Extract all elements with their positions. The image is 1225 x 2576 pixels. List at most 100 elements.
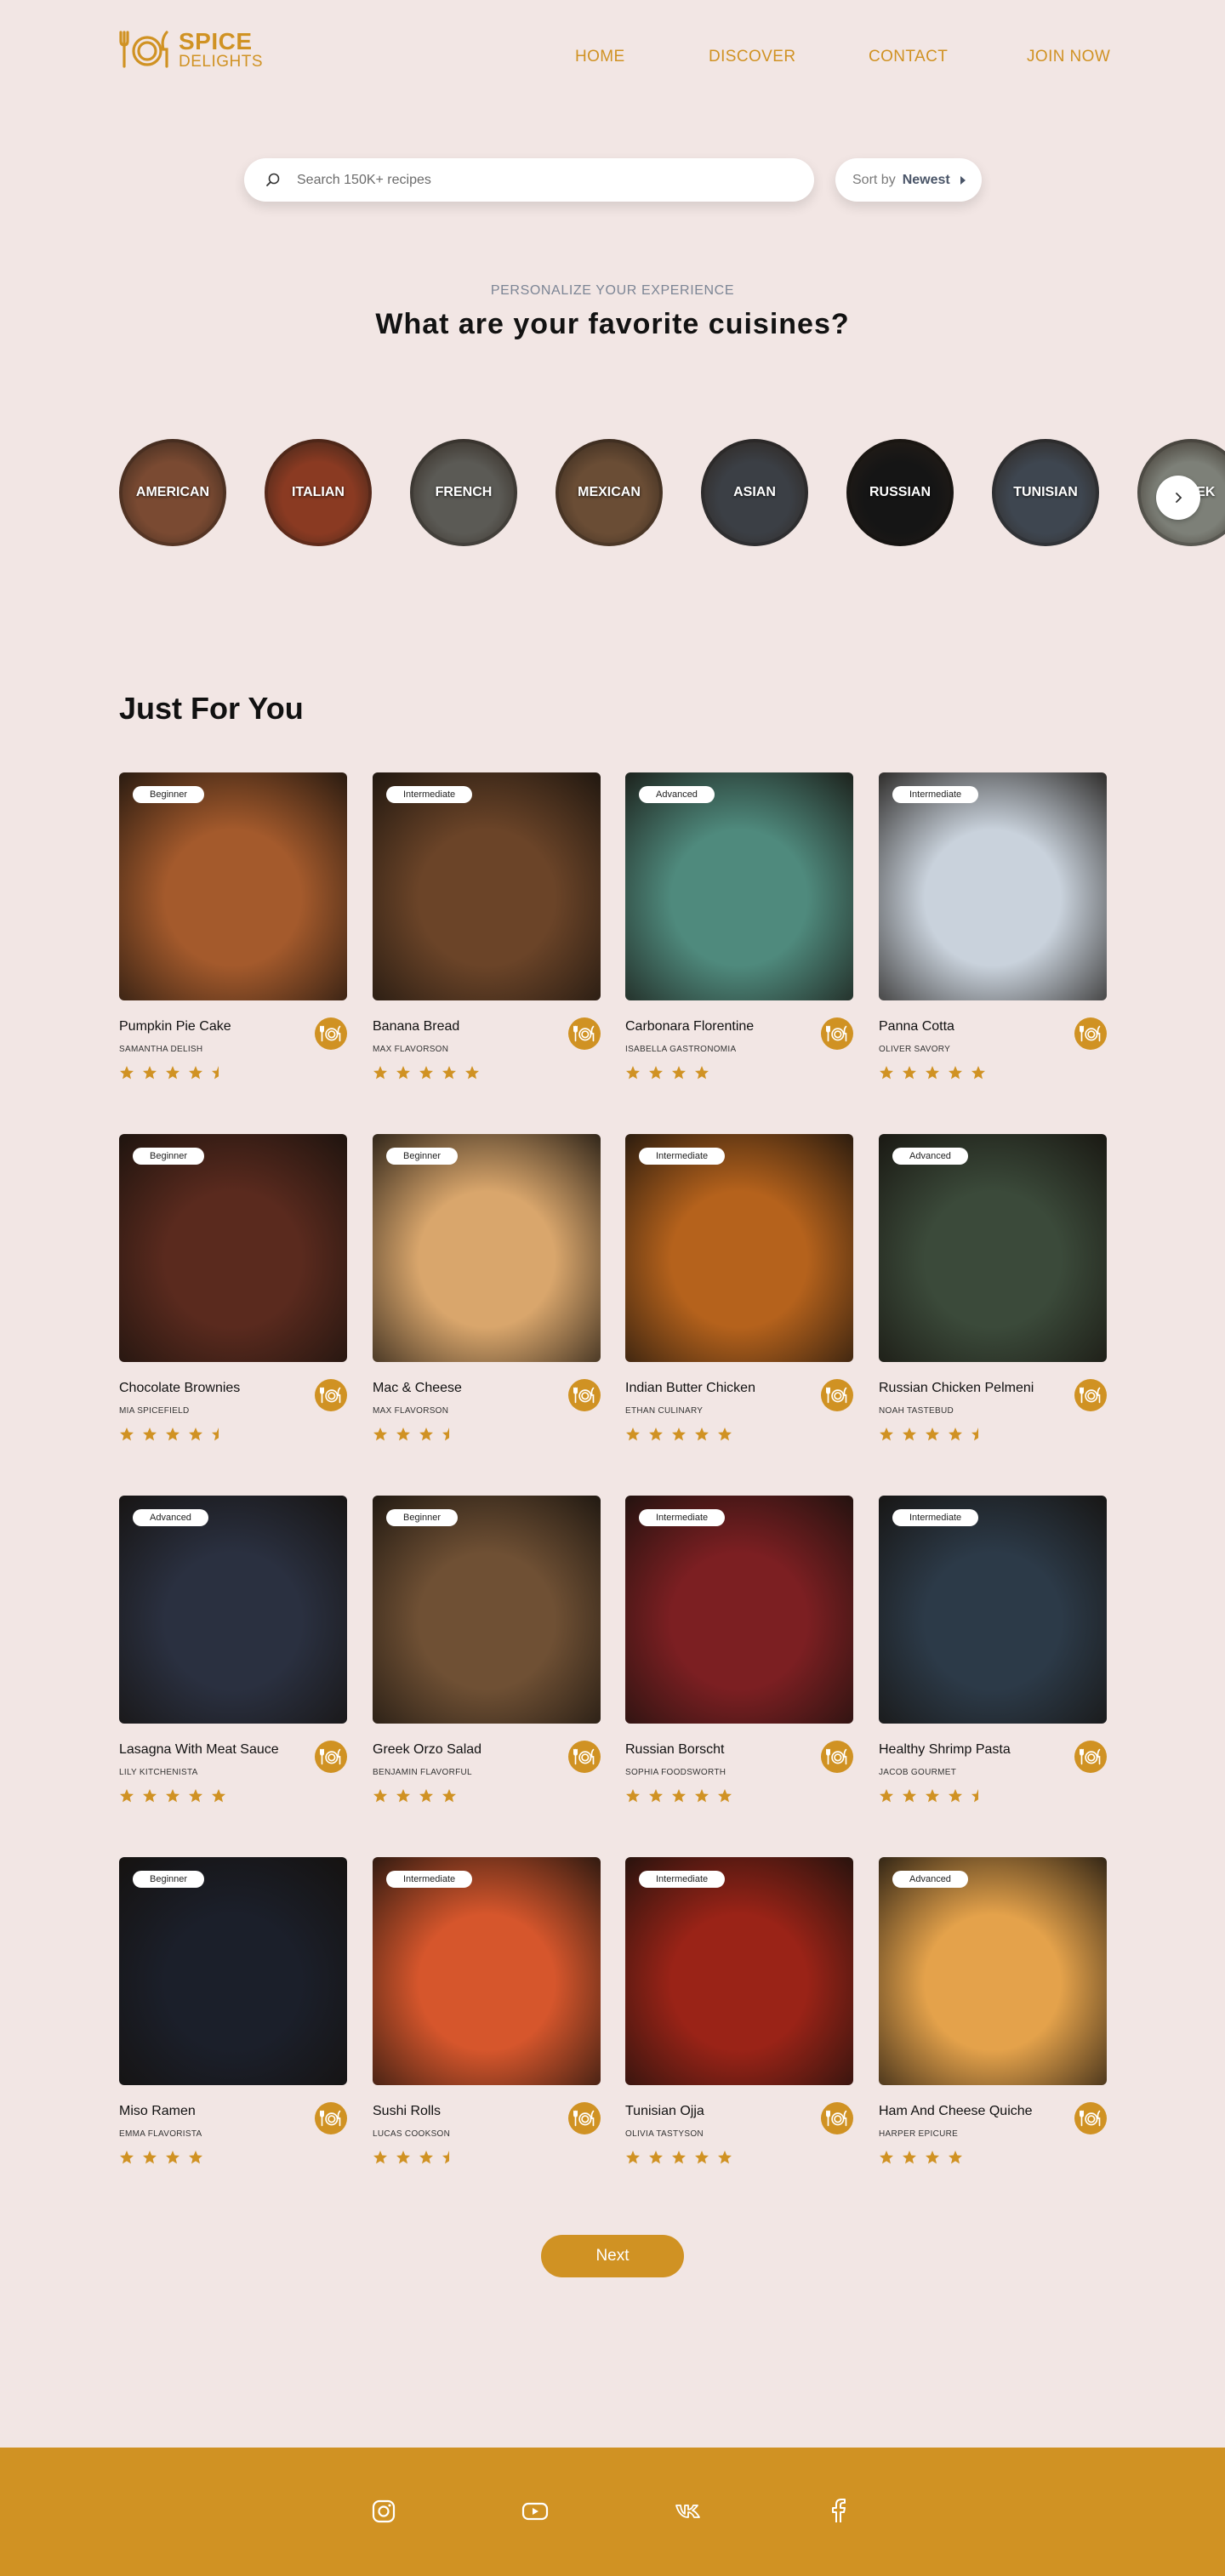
recipe-card[interactable]: Intermediate Russian Borscht SOPHIA FOODSW… bbox=[625, 1496, 853, 1819]
star-icon bbox=[902, 1065, 917, 1080]
recipe-title[interactable]: Pumpkin Pie Cake bbox=[119, 1019, 231, 1034]
save-recipe-button[interactable] bbox=[821, 1741, 853, 1773]
recipe-card[interactable]: Intermediate Panna Cotta OLIVER SAVORY bbox=[879, 772, 1107, 1096]
recipe-card[interactable]: Beginner Pumpkin Pie Cake SAMANTHA DELISH bbox=[119, 772, 347, 1096]
difficulty-badge: Advanced bbox=[892, 1148, 968, 1165]
carousel-next-button[interactable] bbox=[1156, 476, 1200, 520]
star-icon bbox=[717, 1788, 732, 1804]
nav-home[interactable]: HOME bbox=[575, 48, 625, 66]
save-recipe-button[interactable] bbox=[821, 1379, 853, 1411]
recipe-image[interactable]: Intermediate bbox=[879, 1496, 1107, 1724]
recipe-card[interactable]: Advanced Ham And Cheese Quiche HARPER EPIC… bbox=[879, 1857, 1107, 2180]
search-input[interactable] bbox=[297, 172, 773, 188]
nav-join-now[interactable]: JOIN NOW bbox=[1027, 48, 1110, 66]
star-icon bbox=[142, 2150, 157, 2165]
recipe-title[interactable]: Ham And Cheese Quiche bbox=[879, 2104, 1033, 2119]
recipe-title[interactable]: Miso Ramen bbox=[119, 2104, 196, 2119]
nav-discover[interactable]: DISCOVER bbox=[709, 48, 795, 66]
recipe-image[interactable]: Intermediate bbox=[373, 772, 601, 1000]
save-recipe-button[interactable] bbox=[821, 2102, 853, 2134]
cuisine-asian[interactable]: ASIAN bbox=[701, 439, 808, 546]
recipe-card[interactable]: Intermediate Sushi Rolls LUCAS COOKSON bbox=[373, 1857, 601, 2180]
plate-cutlery-icon bbox=[573, 1025, 595, 1042]
chevron-right-icon bbox=[960, 175, 966, 185]
recipe-card[interactable]: Intermediate Banana Bread MAX FLAVORSON bbox=[373, 772, 601, 1096]
recipe-card[interactable]: Beginner Greek Orzo Salad BENJAMIN FLAVORF… bbox=[373, 1496, 601, 1819]
recipe-card[interactable]: Intermediate Indian Butter Chicken ETHAN C… bbox=[625, 1134, 853, 1457]
recipe-image[interactable]: Intermediate bbox=[625, 1134, 853, 1362]
recipe-card[interactable]: Beginner Miso Ramen EMMA FLAVORISTA bbox=[119, 1857, 347, 2180]
star-icon bbox=[671, 2150, 687, 2165]
recipe-image[interactable]: Beginner bbox=[119, 772, 347, 1000]
recipe-title[interactable]: Russian Chicken Pelmeni bbox=[879, 1381, 1034, 1396]
recipe-image[interactable]: Beginner bbox=[119, 1134, 347, 1362]
recipe-card[interactable]: Advanced Russian Chicken Pelmeni NOAH TAST… bbox=[879, 1134, 1107, 1457]
plate-cutlery-icon bbox=[573, 2110, 595, 2127]
cuisine-russian[interactable]: RUSSIAN bbox=[846, 439, 954, 546]
save-recipe-button[interactable] bbox=[315, 2102, 347, 2134]
vk-link[interactable] bbox=[674, 2497, 703, 2526]
save-recipe-button[interactable] bbox=[1074, 2102, 1107, 2134]
recipe-title[interactable]: Panna Cotta bbox=[879, 1019, 954, 1034]
recipe-image[interactable]: Advanced bbox=[879, 1857, 1107, 2085]
save-recipe-button[interactable] bbox=[568, 1741, 601, 1773]
recipe-image[interactable]: Intermediate bbox=[625, 1496, 853, 1724]
recipe-card[interactable]: Intermediate Healthy Shrimp Pasta JACOB GO… bbox=[879, 1496, 1107, 1819]
rating-stars bbox=[373, 2150, 457, 2165]
save-recipe-button[interactable] bbox=[568, 1017, 601, 1050]
sort-dropdown[interactable]: Sort by Newest bbox=[835, 158, 982, 202]
cuisine-tunisian[interactable]: TUNISIAN bbox=[992, 439, 1099, 546]
star-icon bbox=[671, 1065, 687, 1080]
recipe-title[interactable]: Carbonara Florentine bbox=[625, 1019, 754, 1034]
cuisine-mexican[interactable]: MEXICAN bbox=[556, 439, 663, 546]
save-recipe-button[interactable] bbox=[1074, 1741, 1107, 1773]
recipe-title[interactable]: Sushi Rolls bbox=[373, 2104, 441, 2119]
recipe-title[interactable]: Banana Bread bbox=[373, 1019, 459, 1034]
recipe-image[interactable]: Advanced bbox=[625, 772, 853, 1000]
recipe-card[interactable]: Intermediate Tunisian Ojja OLIVIA TASTYSON bbox=[625, 1857, 853, 2180]
star-icon bbox=[142, 1427, 157, 1442]
recipe-image[interactable]: Advanced bbox=[879, 1134, 1107, 1362]
recipe-image[interactable]: Beginner bbox=[119, 1857, 347, 2085]
recipe-title[interactable]: Tunisian Ojja bbox=[625, 2104, 704, 2119]
recipe-title[interactable]: Greek Orzo Salad bbox=[373, 1742, 481, 1758]
rating-stars bbox=[625, 1427, 732, 1442]
save-recipe-button[interactable] bbox=[1074, 1379, 1107, 1411]
facebook-link[interactable] bbox=[823, 2497, 852, 2526]
recipe-card[interactable]: Beginner Mac & Cheese MAX FLAVORSON bbox=[373, 1134, 601, 1457]
star-icon bbox=[925, 1427, 940, 1442]
cuisine-italian[interactable]: ITALIAN bbox=[265, 439, 372, 546]
instagram-link[interactable] bbox=[369, 2497, 398, 2526]
star-icon bbox=[648, 1427, 664, 1442]
recipe-image[interactable]: Intermediate bbox=[879, 772, 1107, 1000]
recipe-card[interactable]: Advanced Lasagna With Meat Sauce LILY KITC… bbox=[119, 1496, 347, 1819]
save-recipe-button[interactable] bbox=[315, 1741, 347, 1773]
recipe-image[interactable]: Intermediate bbox=[625, 1857, 853, 2085]
save-recipe-button[interactable] bbox=[568, 2102, 601, 2134]
search-bar[interactable] bbox=[244, 158, 814, 202]
recipe-card[interactable]: Beginner Chocolate Brownies MIA SPICEFIELD bbox=[119, 1134, 347, 1457]
save-recipe-button[interactable] bbox=[315, 1017, 347, 1050]
star-icon bbox=[419, 1788, 434, 1804]
youtube-link[interactable] bbox=[521, 2497, 550, 2526]
save-recipe-button[interactable] bbox=[568, 1379, 601, 1411]
cuisine-american[interactable]: AMERICAN bbox=[119, 439, 226, 546]
save-recipe-button[interactable] bbox=[1074, 1017, 1107, 1050]
recipe-image[interactable]: Beginner bbox=[373, 1134, 601, 1362]
difficulty-badge: Intermediate bbox=[639, 1148, 726, 1165]
save-recipe-button[interactable] bbox=[315, 1379, 347, 1411]
next-page-button[interactable]: Next bbox=[541, 2235, 684, 2277]
cuisine-french[interactable]: FRENCH bbox=[410, 439, 517, 546]
recipe-title[interactable]: Lasagna With Meat Sauce bbox=[119, 1742, 279, 1758]
recipe-title[interactable]: Mac & Cheese bbox=[373, 1381, 462, 1396]
recipe-title[interactable]: Healthy Shrimp Pasta bbox=[879, 1742, 1011, 1758]
recipe-image[interactable]: Advanced bbox=[119, 1496, 347, 1724]
recipe-image[interactable]: Beginner bbox=[373, 1496, 601, 1724]
recipe-image[interactable]: Intermediate bbox=[373, 1857, 601, 2085]
recipe-title[interactable]: Chocolate Brownies bbox=[119, 1381, 240, 1396]
save-recipe-button[interactable] bbox=[821, 1017, 853, 1050]
nav-contact[interactable]: CONTACT bbox=[869, 48, 948, 66]
recipe-card[interactable]: Advanced Carbonara Florentine ISABELLA GAS… bbox=[625, 772, 853, 1096]
recipe-title[interactable]: Russian Borscht bbox=[625, 1742, 725, 1758]
recipe-title[interactable]: Indian Butter Chicken bbox=[625, 1381, 755, 1396]
